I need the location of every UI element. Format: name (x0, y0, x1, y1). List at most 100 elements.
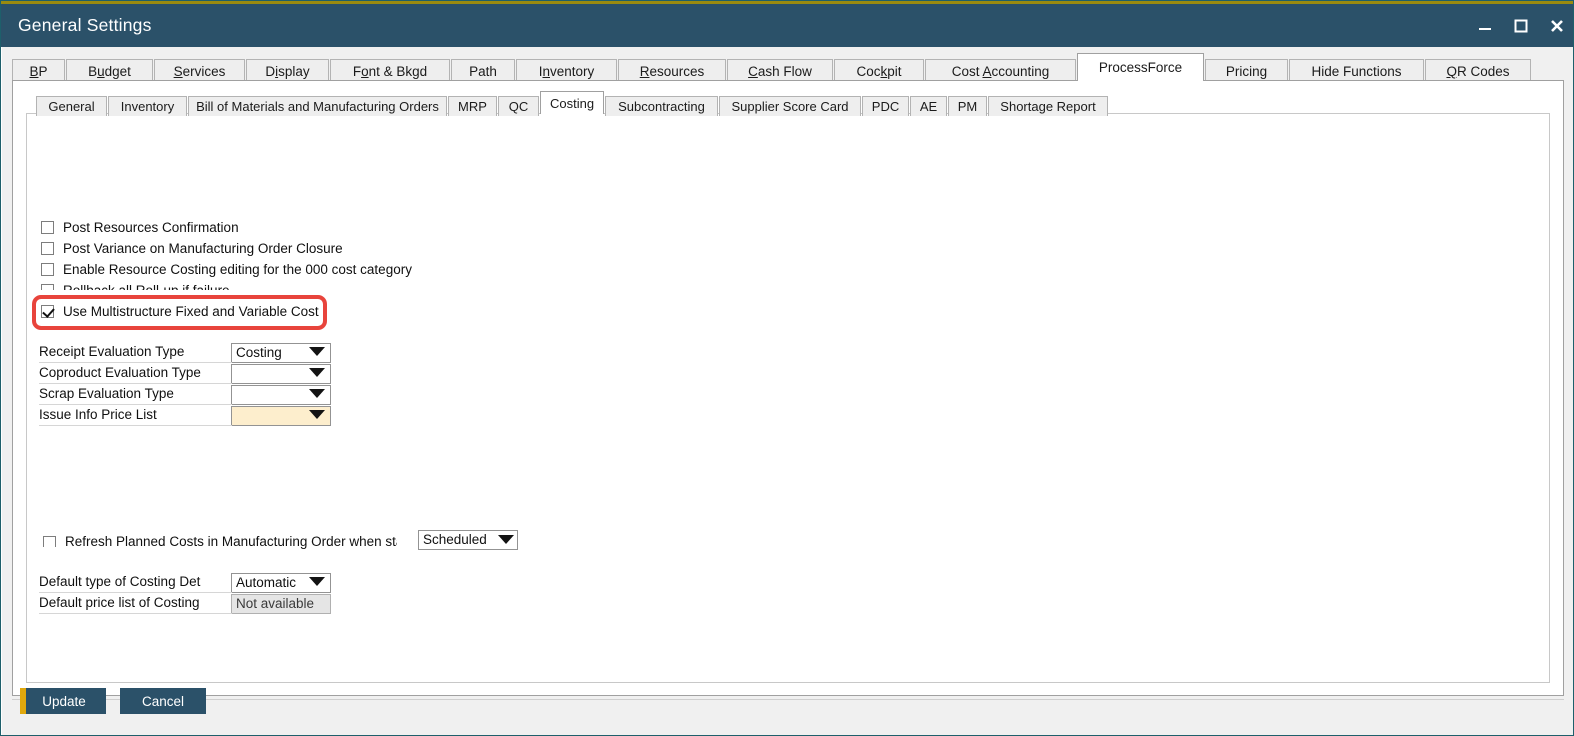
minimize-button[interactable] (1467, 4, 1503, 47)
secondary-tab-label: AE (920, 99, 937, 114)
field-underline (39, 592, 232, 593)
primary-tab-label: Font & Bkgd (353, 64, 427, 79)
checkbox-refresh-planned-costs[interactable] (43, 536, 56, 547)
chevron-down-icon[interactable] (309, 389, 325, 398)
secondary-tab-mrp[interactable]: MRP (448, 96, 497, 116)
close-icon (1548, 17, 1566, 35)
primary-tab-label: Cockpit (856, 64, 901, 79)
primary-tab-label: Inventory (539, 64, 595, 79)
primary-tab-label: Services (174, 64, 226, 79)
cancel-button[interactable]: Cancel (120, 688, 206, 714)
refresh-planned-costs-checkbox-row[interactable]: Refresh Planned Costs in Manufacturing O… (43, 531, 397, 551)
maximize-icon (1512, 17, 1530, 35)
chevron-down-icon[interactable] (309, 577, 325, 586)
window-title: General Settings (18, 15, 152, 36)
field-label-default-type-of-costing-det: Default type of Costing Det (39, 574, 229, 589)
primary-tab-label: Budget (88, 64, 131, 79)
checkbox-label: Enable Resource Costing editing for the … (63, 262, 412, 277)
checkbox-enable-resource-costing-editing-for-the-000-cost-category[interactable] (41, 263, 54, 276)
secondary-tab-costing[interactable]: Costing (540, 91, 604, 114)
chevron-down-icon[interactable] (498, 535, 514, 544)
secondary-tab-label: Costing (550, 96, 594, 111)
primary-tab-label: Pricing (1226, 64, 1267, 79)
primary-tab-processforce[interactable]: ProcessForce (1077, 53, 1204, 81)
field-underline (39, 383, 232, 384)
field-row-coproduct-evaluation-type: Coproduct Evaluation Type (27, 364, 367, 384)
status-value: Scheduled (423, 532, 487, 547)
secondary-tab-supplier-score-card[interactable]: Supplier Score Card (719, 96, 861, 116)
costing-panel: Post Resources Confirmation Post Variance… (26, 113, 1550, 683)
footer-button-bar: Update Cancel (20, 688, 220, 714)
field-value: Automatic (236, 575, 296, 590)
update-button[interactable]: Update (20, 688, 106, 714)
field-underline (39, 362, 232, 363)
secondary-tab-label: PDC (872, 99, 899, 114)
secondary-tab-general[interactable]: General (36, 96, 107, 116)
secondary-tab-subcontracting[interactable]: Subcontracting (605, 96, 718, 116)
secondary-tab-bill-of-materials-and-manufacturing-orders[interactable]: Bill of Materials and Manufacturing Orde… (188, 96, 447, 116)
checkbox-use-multistructure-fixed-and-variable-cost[interactable] (41, 305, 54, 318)
secondary-tab-shortage-report[interactable]: Shortage Report (988, 96, 1108, 116)
field-value: Costing (236, 345, 282, 360)
field-row-default-type-of-costing-det: Default type of Costing Det Automatic (27, 573, 367, 593)
field-underline (39, 613, 232, 614)
checkbox-post-resources-confirmation[interactable] (41, 221, 54, 234)
checkbox-post-variance-on-manufacturing-order-closure[interactable] (41, 242, 54, 255)
secondary-tab-pdc[interactable]: PDC (862, 96, 909, 116)
field-row-receipt-evaluation-type: Receipt Evaluation Type Costing (27, 343, 367, 363)
field-label-scrap-evaluation-type: Scrap Evaluation Type (39, 386, 229, 401)
chevron-down-icon[interactable] (309, 410, 325, 419)
refresh-planned-costs-label: Refresh Planned Costs in Manufacturing O… (65, 534, 397, 549)
checkbox-row-post-variance-on-manufacturing-order-closure[interactable]: Post Variance on Manufacturing Order Clo… (41, 239, 343, 257)
button-label: Cancel (142, 694, 184, 709)
maximize-button[interactable] (1503, 4, 1539, 47)
secondary-tab-ae[interactable]: AE (910, 96, 947, 116)
checkbox-label: Post Variance on Manufacturing Order Clo… (63, 241, 343, 256)
chevron-down-icon[interactable] (309, 368, 325, 377)
field-row-default-price-list-of-costing: Default price list of Costing Not availab… (27, 594, 367, 614)
field-label-coproduct-evaluation-type: Coproduct Evaluation Type (39, 365, 229, 380)
secondary-tab-strip: General Inventory Bill of Materials and Ma… (36, 92, 1109, 114)
settings-page: BPBudgetServicesDisplayFont & BkgdPathIn… (2, 47, 1574, 736)
secondary-tab-label: MRP (458, 99, 487, 114)
secondary-tab-label: Inventory (121, 99, 174, 114)
settings-content-frame: General Inventory Bill of Materials and Ma… (12, 80, 1564, 696)
overlay-mask (29, 290, 499, 299)
secondary-tab-qc[interactable]: QC (498, 96, 539, 116)
primary-tab-label: Hide Functions (1311, 64, 1401, 79)
field-underline (39, 425, 232, 426)
field-label-default-price-list-of-costing: Default price list of Costing (39, 595, 229, 610)
secondary-tab-label: Supplier Score Card (731, 99, 848, 114)
chevron-down-icon[interactable] (309, 347, 325, 356)
secondary-tab-label: Shortage Report (1000, 99, 1095, 114)
secondary-tab-label: QC (509, 99, 529, 114)
close-button[interactable] (1539, 4, 1574, 47)
checkbox-row-post-resources-confirmation[interactable]: Post Resources Confirmation (41, 218, 239, 236)
checkbox-label: Use Multistructure Fixed and Variable Co… (63, 304, 319, 319)
field-row-issue-info-price-list: Issue Info Price List (27, 406, 367, 426)
secondary-tab-inventory[interactable]: Inventory (108, 96, 187, 116)
primary-tab-label: QR Codes (1446, 64, 1509, 79)
readonly-field-default-price-list-of-costing: Not available (231, 594, 331, 614)
field-value: Not available (236, 596, 314, 611)
general-settings-window: General Settings BP Budget Services Display… (0, 0, 1574, 736)
primary-tab-label: Resources (640, 64, 705, 79)
primary-tab-label: Display (265, 64, 309, 79)
primary-tab-label: Cost Accounting (952, 64, 1050, 79)
button-label: Update (42, 694, 86, 709)
secondary-tab-pm[interactable]: PM (948, 96, 987, 116)
checkbox-row-use-multistructure-fixed-and-variable-cost[interactable]: Use Multistructure Fixed and Variable Co… (41, 302, 319, 320)
window-controls (1467, 4, 1574, 47)
field-label-receipt-evaluation-type: Receipt Evaluation Type (39, 344, 229, 359)
field-label-issue-info-price-list: Issue Info Price List (39, 407, 229, 422)
checkbox-row-enable-resource-costing-editing-for-the-000-cost-category[interactable]: Enable Resource Costing editing for the … (41, 260, 412, 278)
footer-divider (12, 699, 1564, 700)
secondary-tab-label: Subcontracting (618, 99, 705, 114)
primary-tab-label: BP (29, 64, 47, 79)
field-underline (39, 404, 232, 405)
combo-manufacturing-order-status[interactable]: Scheduled (418, 530, 518, 550)
minimize-icon (1476, 17, 1494, 35)
secondary-tab-label: Bill of Materials and Manufacturing Orde… (196, 99, 439, 114)
checkbox-label: Post Resources Confirmation (63, 220, 239, 235)
primary-tab-label: Cash Flow (748, 64, 812, 79)
